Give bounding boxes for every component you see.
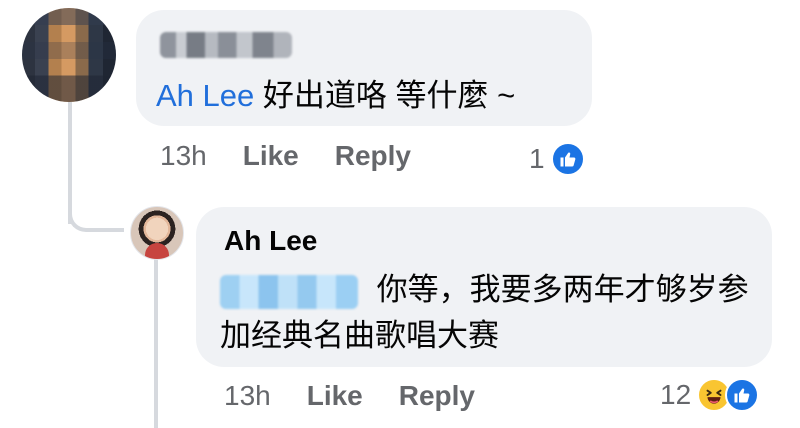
comment-timestamp[interactable]: 13h	[160, 140, 207, 172]
comment-bubble-2: Ah Lee 你等，我要多两年才够岁参加经典名曲歌唱大赛	[196, 207, 772, 367]
mention-link-blurred[interactable]	[220, 274, 358, 309]
reply-button[interactable]: Reply	[399, 380, 475, 412]
reaction-summary-1[interactable]: 1	[529, 142, 585, 176]
comment-author-blurred[interactable]	[160, 32, 292, 58]
thread-curve	[68, 192, 124, 232]
comment-timestamp[interactable]: 13h	[224, 380, 271, 412]
comment-text: 好出道咯 等什麼 ~	[262, 78, 516, 113]
comment-actions-2: 13h Like Reply	[224, 380, 475, 412]
reply-button[interactable]: Reply	[335, 140, 411, 172]
reaction-count: 12	[660, 379, 692, 410]
like-icon	[550, 142, 585, 176]
comment-bubble-1: Ah Lee 好出道咯 等什麼 ~	[136, 10, 592, 126]
comment-actions-1: 13h Like Reply	[160, 140, 411, 172]
avatar-commenter-1[interactable]	[22, 8, 116, 102]
reaction-count: 1	[529, 143, 545, 174]
reaction-summary-2[interactable]: 12	[660, 378, 760, 412]
mention-link[interactable]: Ah Lee	[156, 78, 254, 113]
comment-author[interactable]: Ah Lee	[224, 225, 317, 257]
like-button[interactable]: Like	[307, 380, 363, 412]
like-button[interactable]: Like	[243, 140, 299, 172]
like-icon	[725, 378, 760, 412]
avatar-ah-lee[interactable]	[130, 206, 184, 260]
thread-line	[154, 258, 158, 428]
comment-text: 你等，我要多两年才够岁参加经典名曲歌唱大赛	[220, 267, 760, 359]
comment-text-line: Ah Lee 好出道咯 等什麼 ~	[156, 70, 515, 115]
